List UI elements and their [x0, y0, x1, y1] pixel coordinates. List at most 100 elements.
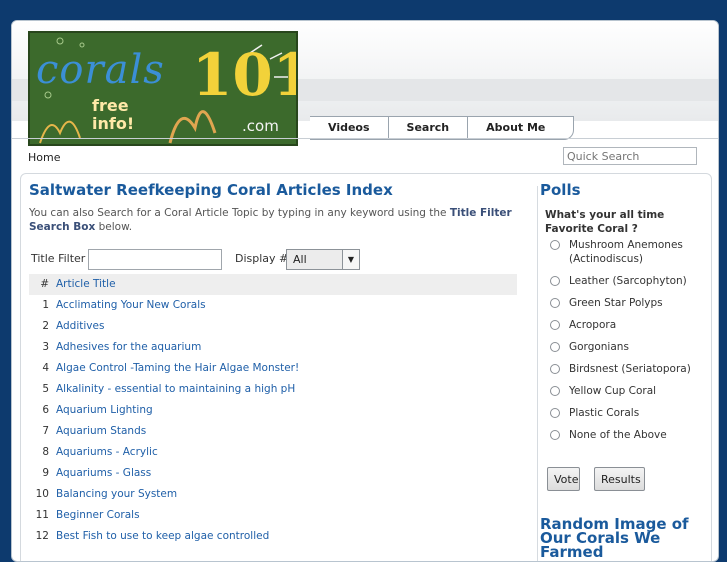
poll-option[interactable]: None of the Above [550, 428, 710, 442]
header-divider [12, 138, 718, 139]
article-link[interactable]: Aquarium Stands [56, 421, 146, 442]
article-link[interactable]: Acclimating Your New Corals [56, 295, 206, 316]
page-title: Saltwater Reefkeeping Coral Articles Ind… [29, 181, 393, 199]
poll-option[interactable]: Plastic Corals [550, 406, 710, 420]
header-num: # [40, 278, 49, 290]
row-num: 6 [42, 404, 49, 416]
radio-button-icon[interactable] [550, 298, 560, 308]
row-num: 2 [42, 320, 49, 332]
table-header-row: # Article Title [29, 274, 517, 295]
logo-free-text: free [92, 96, 129, 115]
quick-search-input[interactable] [563, 147, 697, 165]
radio-button-icon[interactable] [550, 364, 560, 374]
radio-button-icon[interactable] [550, 276, 560, 286]
poll-option-label: Green Star Polyps [569, 297, 663, 309]
table-row: 8 Aquariums - Acrylic [29, 442, 517, 463]
display-count-select[interactable]: All ▼ [286, 249, 360, 270]
radio-button-icon[interactable] [550, 386, 560, 396]
table-row: 7 Aquarium Stands [29, 421, 517, 442]
row-num: 12 [35, 530, 49, 542]
table-row: 4 Algae Control -Taming the Hair Algae Mo… [29, 358, 517, 379]
logo-dotcom: .com [242, 117, 279, 135]
article-link[interactable]: Aquariums - Glass [56, 463, 151, 484]
random-image-title: Random Image of Our Corals We Farmed [540, 515, 689, 561]
main-nav: Videos Search About Me [310, 116, 575, 140]
title-filter-input[interactable] [88, 249, 222, 270]
poll-option-label: Yellow Cup Coral [569, 385, 657, 397]
poll-option-label: None of the Above [569, 429, 667, 441]
breadcrumb-home[interactable]: Home [28, 151, 60, 164]
row-num: 9 [42, 467, 49, 479]
poll-option[interactable]: Green Star Polyps [550, 296, 710, 310]
poll-option[interactable]: Yellow Cup Coral [550, 384, 710, 398]
content-panel: Saltwater Reefkeeping Coral Articles Ind… [20, 173, 712, 561]
table-row: 6 Aquarium Lighting [29, 400, 517, 421]
row-num: 1 [42, 299, 49, 311]
row-num: 10 [35, 488, 49, 500]
logo-number: 101 [192, 41, 296, 109]
radio-button-icon[interactable] [550, 342, 560, 352]
poll-options: Mushroom Anemones (Actinodiscus) Leather… [550, 238, 710, 450]
radio-button-icon[interactable] [550, 320, 560, 330]
poll-option-label: Birdsnest (Seriatopora) [569, 363, 691, 375]
article-link[interactable]: Best Fish to use to keep algae controlle… [56, 526, 269, 547]
poll-option[interactable]: Mushroom Anemones (Actinodiscus) [550, 238, 710, 266]
intro-text: You can also Search for a Coral Article … [29, 206, 529, 234]
table-row: 11 Beginner Corals [29, 505, 517, 526]
results-button[interactable]: Results [594, 467, 645, 491]
poll-option[interactable]: Birdsnest (Seriatopora) [550, 362, 710, 376]
column-divider [537, 186, 538, 561]
table-row: 12 Best Fish to use to keep algae control… [29, 526, 517, 547]
row-num: 11 [35, 509, 49, 521]
article-link[interactable]: Additives [56, 316, 104, 337]
article-link[interactable]: Alkalinity - essential to maintaining a … [56, 379, 295, 400]
nav-search[interactable]: Search [389, 117, 469, 139]
logo-free-info: free info! [92, 97, 134, 133]
poll-option-label: Acropora [569, 319, 617, 331]
nav-videos[interactable]: Videos [310, 117, 389, 139]
row-num: 3 [42, 341, 49, 353]
poll-option[interactable]: Gorgonians [550, 340, 710, 354]
logo-word: corals [36, 47, 165, 93]
display-count-label: Display # [235, 252, 289, 265]
radio-button-icon[interactable] [550, 430, 560, 440]
poll-option[interactable]: Leather (Sarcophyton) [550, 274, 710, 288]
poll-option-label: Leather (Sarcophyton) [569, 275, 687, 287]
vote-button[interactable]: Vote [547, 467, 580, 491]
table-row: 5 Alkalinity - essential to maintaining a… [29, 379, 517, 400]
logo-info-text: info! [92, 114, 135, 133]
article-link[interactable]: Algae Control -Taming the Hair Algae Mon… [56, 358, 299, 379]
site-logo[interactable]: corals 101 free info! .com [28, 31, 298, 146]
table-row: 3 Adhesives for the aquarium [29, 337, 517, 358]
nav-about-me[interactable]: About Me [468, 117, 573, 139]
dropdown-arrow-icon: ▼ [342, 250, 359, 269]
display-count-value: All [293, 253, 307, 266]
article-link[interactable]: Aquarium Lighting [56, 400, 153, 421]
article-link[interactable]: Balancing your System [56, 484, 177, 505]
poll-option[interactable]: Acropora [550, 318, 710, 332]
table-row: 9 Aquariums - Glass [29, 463, 517, 484]
table-row: 2 Additives [29, 316, 517, 337]
radio-button-icon[interactable] [550, 408, 560, 418]
article-link[interactable]: Aquariums - Acrylic [56, 442, 158, 463]
page-container: corals 101 free info! .com Videos Search… [11, 20, 719, 562]
intro-suffix: below. [95, 221, 133, 233]
articles-table: # Article Title 1 Acclimating Your New Co… [29, 274, 517, 547]
polls-title: Polls [540, 181, 581, 199]
header-article-title[interactable]: Article Title [56, 274, 116, 295]
poll-option-label: Mushroom Anemones (Actinodiscus) [569, 239, 683, 265]
poll-question: What's your all time Favorite Coral ? [545, 209, 665, 235]
table-row: 10 Balancing your System [29, 484, 517, 505]
table-row: 1 Acclimating Your New Corals [29, 295, 517, 316]
row-num: 7 [42, 425, 49, 437]
row-num: 5 [42, 383, 49, 395]
radio-button-icon[interactable] [550, 240, 560, 250]
row-num: 8 [42, 446, 49, 458]
article-link[interactable]: Adhesives for the aquarium [56, 337, 201, 358]
title-filter-label: Title Filter [31, 252, 86, 265]
poll-option-label: Plastic Corals [569, 407, 640, 419]
intro-prefix: You can also Search for a Coral Article … [29, 207, 450, 219]
poll-option-label: Gorgonians [569, 341, 629, 353]
row-num: 4 [42, 362, 49, 374]
article-link[interactable]: Beginner Corals [56, 505, 140, 526]
